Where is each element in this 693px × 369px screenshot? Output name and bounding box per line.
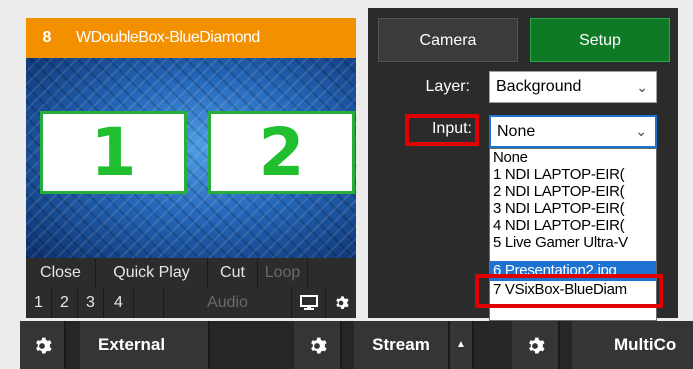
camera-tab[interactable]: Camera [378, 18, 518, 62]
bottom-toolbar: External Stream ▲ MultiCo [20, 321, 693, 369]
preview-box-2: 2 [208, 111, 355, 194]
dropdown-option[interactable]: 1 NDI LAPTOP-EIR( [490, 166, 656, 183]
chevron-down-icon: ⌄ [635, 123, 647, 139]
input-select[interactable]: None ⌄ [489, 115, 657, 148]
overlay-1-button[interactable]: 1 [26, 288, 52, 318]
dropdown-option[interactable]: 2 NDI LAPTOP-EIR( [490, 183, 656, 200]
dropdown-option[interactable]: None [490, 149, 656, 166]
cut-button[interactable]: Cut [208, 258, 258, 288]
overlay-4-button[interactable]: 4 [104, 288, 134, 318]
layer-label: Layer: [425, 78, 470, 95]
controls-spacer [308, 258, 356, 288]
audio-button[interactable]: Audio [164, 288, 292, 318]
input-preview[interactable]: 1 2 [26, 58, 356, 258]
input-number: 8 [42, 29, 52, 46]
gear-icon[interactable] [512, 321, 560, 369]
overlay-3-button[interactable]: 3 [78, 288, 104, 318]
stream-options-caret[interactable]: ▲ [450, 321, 474, 369]
layer-select-value: Background [496, 78, 582, 95]
close-button[interactable]: Close [26, 258, 96, 288]
preview-box-1: 1 [40, 111, 187, 194]
gear-icon[interactable] [20, 321, 66, 369]
input-controls: Close Quick Play Cut Loop 1 2 3 4 Audio [26, 258, 356, 318]
controls-spacer-2 [134, 288, 164, 318]
quick-play-button[interactable]: Quick Play [96, 258, 208, 288]
multicorder-button[interactable]: MultiCo [572, 321, 693, 369]
overlay-2-button[interactable]: 2 [52, 288, 78, 318]
dropdown-option[interactable]: 5 Live Gamer Ultra-V [490, 234, 656, 251]
external-button[interactable]: External [80, 321, 210, 369]
stream-button[interactable]: Stream [354, 321, 450, 369]
layer-select[interactable]: Background ⌄ [489, 71, 657, 103]
input-title: WDoubleBox-BlueDiamond [76, 29, 260, 46]
chevron-down-icon: ⌄ [636, 79, 648, 95]
input-select-value: None [497, 123, 536, 140]
input-label-highlight [405, 114, 479, 146]
loop-button[interactable]: Loop [258, 258, 308, 288]
monitor-icon[interactable] [292, 288, 326, 318]
setup-tab[interactable]: Setup [530, 18, 670, 62]
dropdown-option[interactable]: 3 NDI LAPTOP-EIR( [490, 200, 656, 217]
gear-icon[interactable] [326, 288, 356, 318]
option-highlight [475, 274, 663, 308]
dropdown-option[interactable]: 4 NDI LAPTOP-EIR( [490, 217, 656, 234]
gear-icon[interactable] [294, 321, 342, 369]
input-card-header[interactable]: 8 WDoubleBox-BlueDiamond [26, 18, 356, 58]
